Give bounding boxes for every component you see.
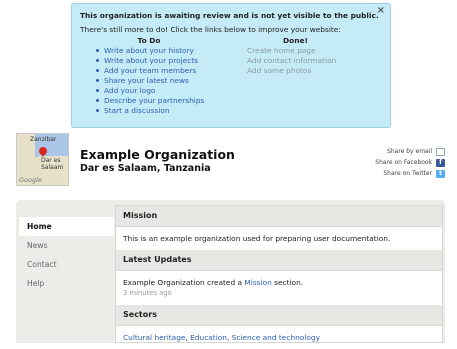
share-email-label: Share by email	[387, 148, 433, 155]
org-location: Dar es Salaam, Tanzania	[80, 163, 211, 174]
org-name: Example Organization	[80, 147, 235, 162]
todo-link-logo[interactable]: Add your logo	[104, 86, 155, 95]
list-item: Share your latest news	[94, 76, 244, 86]
list-item: Write about your projects	[94, 56, 244, 66]
update-suffix: section.	[271, 278, 304, 287]
done-item-contact-info: Add contact information	[247, 56, 337, 65]
sidebar-nav: Home News Contact Help	[19, 217, 114, 293]
todo-link-history[interactable]: Write about your history	[104, 46, 194, 55]
twitter-icon: t	[436, 169, 445, 178]
share-email[interactable]: Share by email	[355, 146, 445, 157]
main-panel: Mission This is an example organization …	[115, 205, 443, 343]
share-twitter[interactable]: Share on Twitter t	[355, 168, 445, 179]
todo-heading: To Do	[137, 36, 161, 45]
list-item: Add your logo	[94, 86, 244, 96]
sector-link-education[interactable]: Education	[190, 333, 227, 342]
map-label-top: Zanzibar	[30, 136, 57, 143]
section-title-sectors: Sectors	[116, 305, 442, 326]
update-mission-link[interactable]: Mission	[244, 278, 271, 287]
share-links: Share by email Share on Facebook f Share…	[355, 146, 445, 179]
email-icon	[436, 147, 445, 156]
sidebar-item-home[interactable]: Home	[19, 217, 114, 236]
done-item-home-page: Create home page	[247, 46, 316, 55]
todo-link-discussion[interactable]: Start a discussion	[104, 106, 170, 115]
share-facebook-label: Share on Facebook	[375, 159, 433, 166]
facebook-icon: f	[436, 158, 445, 167]
sector-link-cultural-heritage[interactable]: Cultural heritage	[123, 333, 185, 342]
list-item: Write about your history	[94, 46, 244, 56]
todo-link-team[interactable]: Add your team members	[104, 66, 196, 75]
sidebar-item-contact[interactable]: Contact	[19, 255, 114, 274]
todo-link-projects[interactable]: Write about your projects	[104, 56, 198, 65]
section-title-updates: Latest Updates	[116, 250, 442, 271]
done-column: Done! Create home page Add contact infor…	[237, 36, 387, 76]
update-timestamp: 3 minutes ago	[123, 289, 172, 297]
todo-column: To Do Write about your history Write abo…	[94, 36, 244, 116]
sectors-list: Cultural heritage, Education, Science an…	[123, 333, 320, 342]
share-twitter-label: Share on Twitter	[383, 170, 433, 177]
content-area: Home News Contact Help Mission This is a…	[16, 200, 445, 343]
update-prefix: Example Organization created a	[123, 278, 245, 287]
sidebar-item-help[interactable]: Help	[19, 274, 114, 293]
sidebar-item-news[interactable]: News	[19, 236, 114, 255]
update-text: Example Organization created a Mission s…	[123, 277, 435, 288]
mission-text: This is an example organization used for…	[123, 234, 391, 243]
notice-columns: To Do Write about your history Write abo…	[80, 36, 382, 116]
todo-link-news[interactable]: Share your latest news	[104, 76, 189, 85]
share-facebook[interactable]: Share on Facebook f	[355, 157, 445, 168]
list-item: Start a discussion	[94, 106, 244, 116]
todo-list: Write about your history Write about you…	[94, 46, 244, 116]
map-google-logo: Google	[19, 176, 42, 184]
review-notice: × This organization is awaiting review a…	[71, 3, 391, 128]
notice-subline: There's still more to do! Click the link…	[80, 25, 341, 34]
list-item: Add your team members	[94, 66, 244, 76]
done-heading: Done!	[283, 36, 308, 45]
list-item: Describe your partnerships	[94, 96, 244, 106]
close-icon[interactable]: ×	[377, 5, 385, 17]
done-list: Create home page Add contact information…	[237, 46, 387, 76]
done-item-photos: Add some photos	[247, 66, 312, 75]
map-label-city: Dar es Salaam	[41, 157, 64, 171]
todo-link-partnerships[interactable]: Describe your partnerships	[104, 96, 204, 105]
map-pin-icon	[37, 145, 49, 157]
update-entry: Example Organization created a Mission s…	[116, 271, 442, 305]
section-title-mission: Mission	[116, 206, 442, 227]
sector-link-science[interactable]: Science and technology	[232, 333, 320, 342]
org-header: Zanzibar Dar es Salaam Google Example Or…	[16, 133, 445, 188]
notice-headline: This organization is awaiting review and…	[80, 11, 379, 20]
location-map[interactable]: Zanzibar Dar es Salaam Google	[16, 133, 69, 186]
